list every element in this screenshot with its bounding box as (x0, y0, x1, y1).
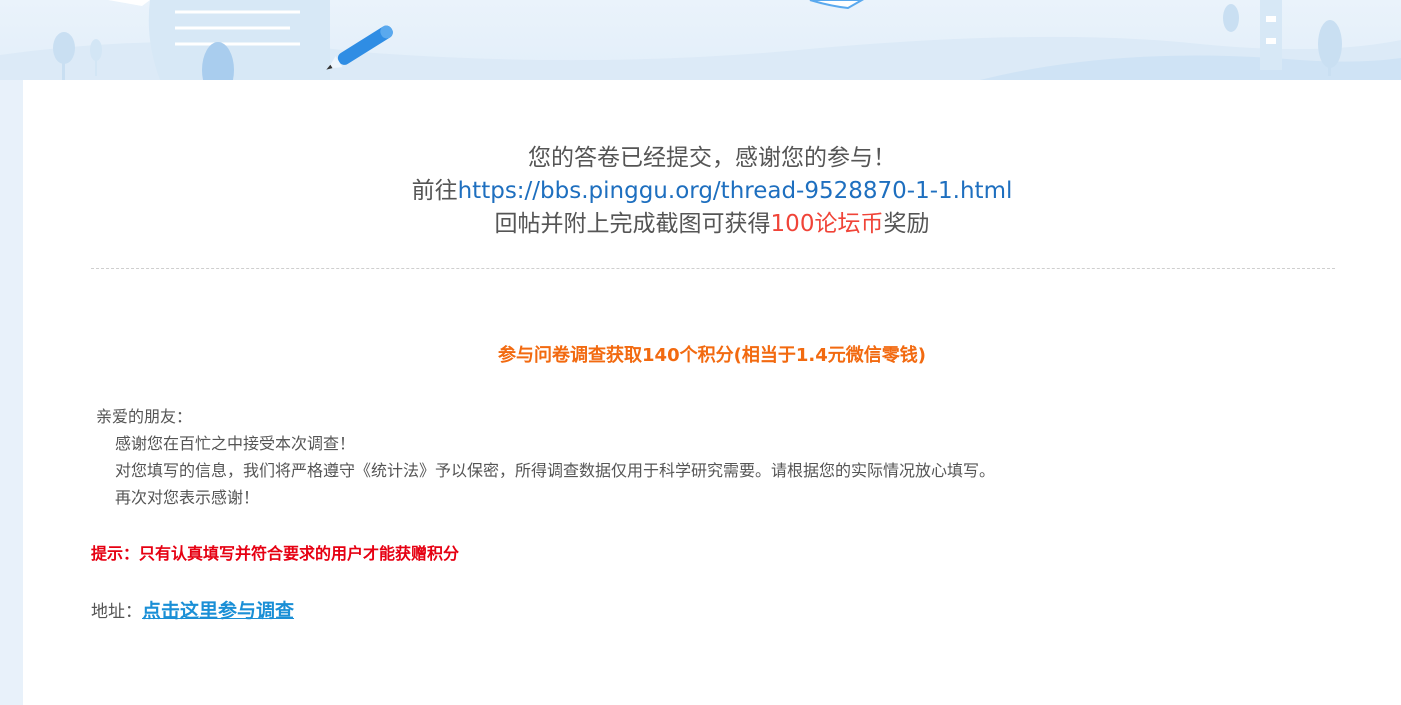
survey-title: 参与问卷调查获取140个积分(相当于1.4元微信零钱) (498, 345, 926, 366)
survey-intro-letter: 亲爱的朋友： 感谢您在百忙之中接受本次调查！ 对您填写的信息，我们将严格遵守《统… (96, 403, 995, 511)
forum-link-line: 前往https://bbs.pinggu.org/thread-9528870-… (23, 175, 1401, 208)
letter-line: 再次对您表示感谢！ (115, 488, 260, 507)
reward-line: 回帖并附上完成截图可获得100论坛币奖励 (23, 208, 1401, 241)
letter-line: 感谢您在百忙之中接受本次调查！ (115, 434, 356, 453)
reward-amount: 100论坛币 (770, 211, 884, 237)
content-card: 您的答卷已经提交，感谢您的参与！ 前往https://bbs.pinggu.or… (23, 80, 1401, 705)
reward-prefix: 回帖并附上完成截图可获得 (494, 211, 771, 237)
forum-thread-link[interactable]: https://bbs.pinggu.org/thread-9528870-1-… (458, 178, 1013, 204)
letter-greeting: 亲爱的朋友： (96, 407, 193, 426)
survey-address: 地址：点击这里参与调查 (91, 596, 294, 623)
forum-link-prefix: 前往 (411, 178, 458, 204)
address-label: 地址： (91, 602, 142, 622)
header-banner (0, 0, 1401, 80)
letter-line: 对您填写的信息，我们将严格遵守《统计法》予以保密，所得调查数据仅用于科学研究需要… (115, 461, 996, 480)
submission-success-message: 您的答卷已经提交，感谢您的参与！ 前往https://bbs.pinggu.or… (23, 142, 1401, 241)
tip-notice: 提示：只有认真填写并符合要求的用户才能获赠积分 (91, 544, 460, 563)
reward-suffix: 奖励 (883, 211, 930, 237)
dashed-divider (91, 268, 1335, 269)
banner-illustration (0, 0, 1401, 80)
thank-you-line: 您的答卷已经提交，感谢您的参与！ (528, 145, 896, 171)
survey-participate-link[interactable]: 点击这里参与调查 (142, 600, 294, 622)
